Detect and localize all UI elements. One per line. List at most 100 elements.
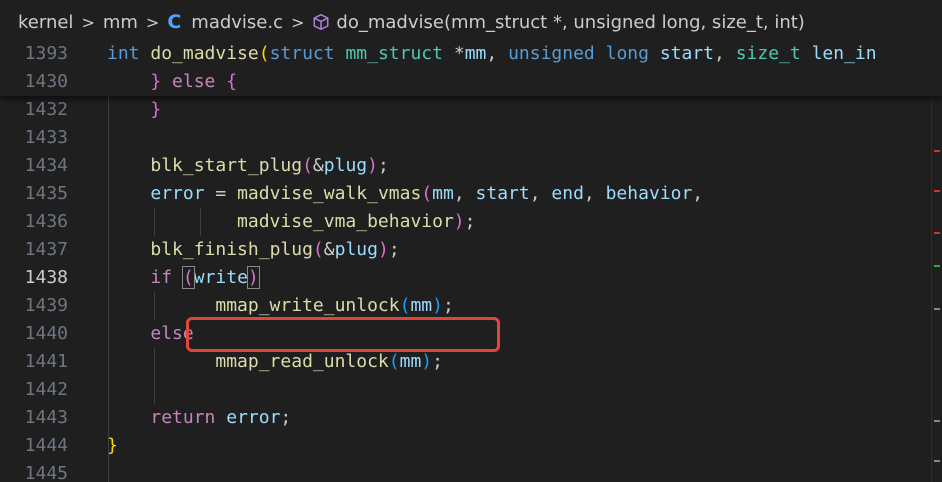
code-line[interactable]: 1393 int do_madvise(struct mm_struct *mm,… [0,40,930,68]
code-token: , [583,183,606,204]
code-text: } else { [107,68,237,96]
line-number: 1445 [24,463,68,482]
breadcrumb-symbol-label: do_madvise(mm_struct *, unsigned long, s… [336,11,805,33]
scroll-marker [934,232,940,234]
code-token: blk_start_plug [150,155,303,176]
code-token: , [692,183,704,204]
line-number: 1443 [24,407,68,428]
code-editor[interactable]: 1393 int do_madvise(struct mm_struct *mm,… [0,40,942,482]
sticky-scroll-header[interactable]: 1393 int do_madvise(struct mm_struct *mm,… [0,40,942,96]
code-token: ; [377,155,389,176]
code-line[interactable]: 1438 if (write) [0,264,930,292]
code-token: ( [388,351,400,372]
code-line[interactable]: 1445 [0,460,930,482]
code-token: ( [399,295,411,316]
line-number: 1437 [24,239,68,260]
breadcrumb-folder-mm[interactable]: mm [103,12,138,33]
line-number: 1444 [24,435,68,456]
breadcrumb-symbol[interactable]: do_madvise(mm_struct *, unsigned long, s… [312,11,805,33]
code-line[interactable]: 1441 mmap_read_unlock(mm); [0,348,930,376]
code-token: len_in [811,43,877,64]
line-number: 1439 [24,295,68,316]
code-token: ) [421,351,433,372]
code-line[interactable]: 1435 error = madvise_walk_vmas(mm, start… [0,180,930,208]
line-number: 1433 [24,127,68,148]
scroll-marker [934,265,940,267]
scroll-marker [934,420,940,422]
scroll-marker [934,460,940,462]
code-token: unsigned [508,43,595,64]
line-number: 1434 [24,155,68,176]
code-token: } [150,99,162,120]
chevron-right-icon: > [81,12,95,32]
code-token: , [486,43,509,64]
code-token: size_t [735,43,801,64]
code-token: plug [323,155,368,176]
code-line[interactable]: 1433 [0,124,930,152]
indent-guide [154,348,155,404]
indent-guide [200,208,201,236]
code-token: start [475,183,530,204]
code-line[interactable]: 1444} [0,432,930,460]
code-token: , [714,43,736,64]
code-line[interactable]: 1443 return error; [0,404,930,432]
code-token: ( [421,183,433,204]
code-token: & [312,155,324,176]
code-line[interactable]: 1439 mmap_write_unlock(mm); [0,292,930,320]
breadcrumb-file[interactable]: C madvise.c [167,11,283,33]
highlight-annotation-box [186,317,500,352]
breadcrumb-folder-kernel[interactable]: kernel [18,12,73,33]
code-text: blk_start_plug(&plug); [107,152,389,180]
vertical-scrollbar[interactable] [931,40,942,482]
code-token: ( [181,266,195,289]
code-token: ( [312,239,324,260]
code-text: else [107,320,193,348]
code-token: error [226,407,281,428]
line-number: 1393 [24,43,68,64]
line-number: 1436 [24,211,68,232]
code-text: if (write) [107,264,260,292]
code-text: } [107,96,161,124]
code-token: , [529,183,552,204]
code-line[interactable]: 1430 } else { [0,68,930,96]
code-line[interactable]: 1434 blk_start_plug(&plug); [0,152,930,180]
breadcrumb-file-label: madvise.c [191,11,283,33]
code-token: = [204,183,238,204]
code-text: blk_finish_plug(&plug); [107,236,399,264]
code-text: mmap_write_unlock(mm); [107,292,453,320]
code-token: ( [302,155,313,176]
code-text: error = madvise_walk_vmas(mm, start, end… [107,180,703,208]
code-token: plug [334,239,378,260]
code-token: mmap_write_unlock [215,295,400,316]
method-cube-icon [313,13,329,31]
code-line[interactable]: 1432 } [0,96,930,124]
line-number: 1442 [24,379,68,400]
code-line[interactable]: 1437 blk_finish_plug(&plug); [0,236,930,264]
code-token: start [659,43,714,64]
code-token: else [172,71,216,92]
code-token: ( [258,43,270,64]
scroll-marker [934,190,940,192]
chevron-right-icon: > [291,12,305,32]
code-token: ) [367,155,378,176]
code-token: mmap_read_unlock [215,351,389,372]
code-line[interactable]: 1442 [0,376,930,404]
code-token: error [150,183,205,204]
indent-guide [108,96,109,482]
code-line[interactable]: 1436 madvise_vma_behavior); [0,208,930,236]
code-token: ) [377,239,389,260]
code-token: madvise_walk_vmas [237,183,422,204]
